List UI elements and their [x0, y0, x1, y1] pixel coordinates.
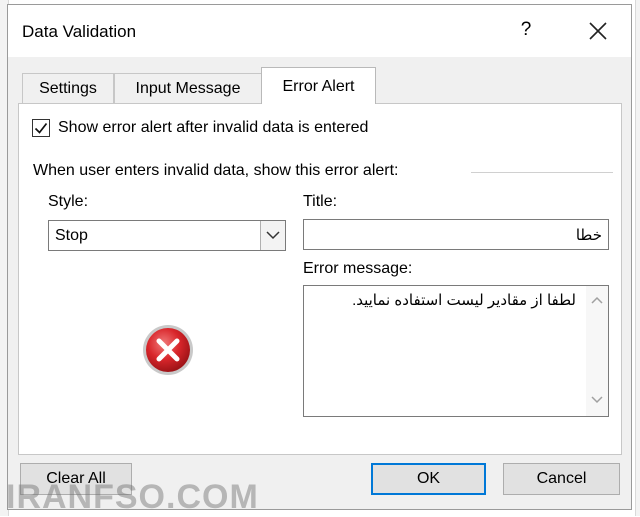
error-message-text: لطفا از مقادیر لیست استفاده نمایید. — [352, 292, 576, 309]
close-icon — [589, 22, 607, 40]
spreadsheet-background-right — [635, 0, 640, 516]
watermark: IRANFSO.COM — [6, 478, 259, 516]
data-validation-dialog: Data Validation ? Settings Input Message… — [7, 4, 632, 510]
title-label: Title: — [303, 193, 338, 210]
error-message-textarea[interactable]: لطفا از مقادیر لیست استفاده نمایید. — [303, 285, 609, 417]
tab-settings[interactable]: Settings — [22, 73, 114, 103]
error-message-label: Error message: — [303, 260, 413, 277]
tab-error-alert[interactable]: Error Alert — [261, 67, 376, 104]
message-scrollbar[interactable] — [586, 286, 608, 416]
group-divider — [471, 172, 613, 173]
style-select[interactable]: Stop — [48, 220, 286, 251]
help-button[interactable]: ? — [516, 19, 536, 43]
style-label: Style: — [48, 193, 89, 210]
show-error-alert-checkbox[interactable] — [32, 119, 50, 137]
checkmark-icon — [34, 122, 48, 134]
scroll-down-icon[interactable] — [591, 396, 603, 404]
ok-button[interactable]: OK — [371, 463, 486, 495]
tab-input-message[interactable]: Input Message — [114, 73, 262, 103]
style-select-value: Stop — [55, 227, 88, 244]
chevron-down-icon — [266, 231, 280, 240]
cancel-button[interactable]: Cancel — [503, 463, 620, 495]
style-dropdown-button[interactable] — [260, 221, 285, 250]
title-bar: Data Validation ? — [8, 5, 631, 57]
scroll-up-icon[interactable] — [591, 296, 603, 304]
dialog-title: Data Validation — [22, 22, 137, 41]
error-stop-icon — [143, 325, 193, 375]
show-error-alert-label: Show error alert after invalid data is e… — [58, 119, 369, 136]
title-input[interactable]: خطا — [303, 219, 609, 250]
group-label: When user enters invalid data, show this… — [33, 162, 399, 179]
close-button[interactable] — [584, 17, 612, 45]
